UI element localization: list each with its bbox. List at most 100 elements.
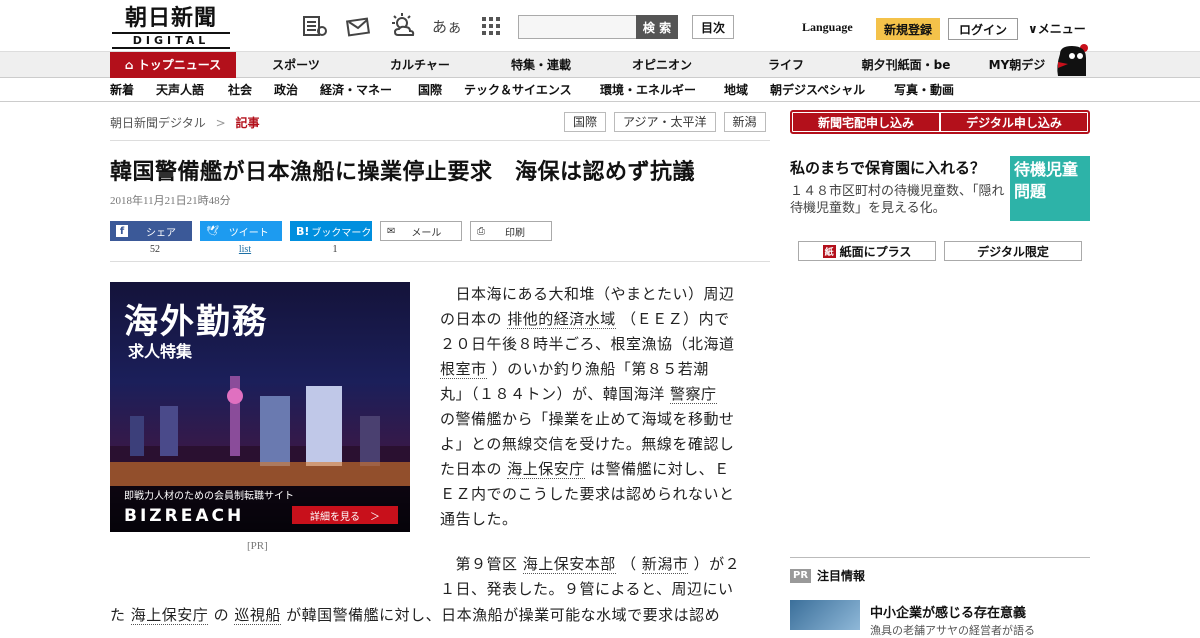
bizreach-logo: BIZREACH [124,506,245,526]
nav2-politics[interactable]: 政治 [274,78,298,102]
article-line: １日、発表した。９管によると、周辺にい [440,580,734,598]
ad-details-button[interactable]: 詳細を見る ＞ [292,506,398,524]
article-paragraph-2: 第９管区 海上保安本部 （ 新潟市 ）が２ １日、発表した。９管によると、周辺にい [440,552,750,602]
hatena-count: 1 [332,244,338,255]
home-icon: ⌂ [124,58,138,72]
breadcrumb: 朝日新聞デジタル > 記事 [110,116,260,130]
keyword-link[interactable]: 海上保安庁 [130,606,209,625]
article-line: の日本の 排他的経済水域 （ＥＥＺ）内で [440,310,730,329]
nav-features[interactable]: 特集・連載 [496,52,586,78]
search-input[interactable] [518,15,636,39]
article-line: 日本海にある大和堆（やまとたい）周辺 [440,285,735,303]
nav-paper[interactable]: 朝夕刊紙面・be [854,52,958,78]
divider [790,557,1090,558]
facebook-share-button[interactable]: f シェア [110,221,192,241]
nav-culture[interactable]: カルチャー [378,52,462,78]
keyword-link[interactable]: 海上保安本部 [522,555,616,574]
mail-share-button[interactable]: ✉ メール [380,221,462,241]
nav-opinion[interactable]: オピニオン [620,52,704,78]
register-button[interactable]: 新規登録 [876,18,940,40]
article-tags: 国際 アジア・太平洋 新潟 [564,112,766,132]
grid-icon[interactable] [476,12,506,40]
digital-only-button[interactable]: デジタル限定 [944,241,1082,261]
article-line: た 海上保安庁 の 巡視船 が韓国警備艦に対し、日本漁船が操業可能な水域で要求は… [110,606,721,625]
subscribe-paper-button[interactable]: 新聞宅配申し込み [793,113,939,131]
primary-nav: ⌂ トップニュース スポーツ カルチャー 特集・連載 オピニオン ライフ 朝夕刊… [0,44,1200,78]
site-logo[interactable]: 朝日新聞 DIGITAL [112,6,230,49]
secondary-nav: 新着 天声人語 社会 政治 経済・マネー 国際 テック＆サイエンス 環境・エネル… [0,78,1200,102]
search-button[interactable]: 検 索 [636,15,678,39]
nav2-new[interactable]: 新着 [110,78,134,102]
header-icons: あぁ [300,12,506,40]
nav-my-asahi[interactable]: MY朝デジ [982,52,1052,78]
nav2-environment[interactable]: 環境・エネルギー [600,78,696,102]
featured-description: 漁具の老舗アサヤの経営者が語る [870,624,1035,637]
featured-image[interactable] [790,600,860,630]
nav2-international[interactable]: 国際 [418,78,442,102]
paper-plus-button[interactable]: 紙紙面にプラス [798,241,936,261]
article-line: 通告した。 [440,510,518,528]
site-header: 朝日新聞 DIGITAL あぁ 検 索 目次 Language 新規登録 ログイ… [0,0,1200,52]
subscribe-buttons: 新聞宅配申し込み デジタル申し込み [790,110,1090,134]
hatena-bookmark-button[interactable]: B! ブックマーク [290,221,372,241]
index-button[interactable]: 目次 [692,15,734,39]
twitter-count[interactable]: list [204,244,286,255]
article-paragraph-3: た 海上保安庁 の 巡視船 が韓国警備艦に対し、日本漁船が操業可能な水域で要求は… [110,603,750,628]
weather-icon[interactable] [388,12,418,40]
nav-top-news[interactable]: ⌂ トップニュース [110,52,236,78]
tag-niigata[interactable]: 新潟 [723,112,766,132]
nav-sports[interactable]: スポーツ [256,52,336,78]
breadcrumb-current: 記事 [235,116,260,130]
language-link[interactable]: Language [802,20,853,35]
nav-life[interactable]: ライフ [756,52,816,78]
hatena-icon: B! [296,224,310,238]
article-date: 2018年11月21日21時48分 [110,195,231,207]
printer-icon: ⎙ [477,225,485,237]
keyword-link[interactable]: 警察庁 [669,385,717,404]
tag-international[interactable]: 国際 [564,112,607,132]
article-line: 根室市 ）のいか釣り漁船「第８５若潮 [440,360,709,379]
breadcrumb-home[interactable]: 朝日新聞デジタル [110,116,206,130]
promo-description: １４８市区町村の待機児童数、「隠れ待機児童数」を見える化。 [790,184,1005,216]
mascot-icon [1054,42,1092,78]
menu-button[interactable]: ∨メニュー [1028,20,1086,37]
article-line: よ」との無線交信を受けた。無線を確認し [440,435,735,453]
twitter-icon: 🕊 [206,225,219,237]
keyword-link[interactable]: 排他的経済水域 [507,310,616,329]
nav2-tensei[interactable]: 天声人語 [156,78,204,102]
tag-asia-pacific[interactable]: アジア・太平洋 [614,112,716,132]
article-paragraph-1: 日本海にある大和堆（やまとたい）周辺 の日本の 排他的経済水域 （ＥＥＺ）内で ２０… [440,282,750,532]
article-title: 韓国警備艦が日本漁船に操業停止要求 海保は認めず抗議 [110,160,696,185]
nav2-photo[interactable]: 写真・動画 [894,78,954,102]
nav2-tech[interactable]: テック＆サイエンス [464,78,572,102]
nav2-special[interactable]: 朝デジスペシャル [770,78,865,102]
keyword-link[interactable]: 巡視船 [234,606,281,625]
article-line: 丸」（１８４トン）が、韓国海洋 警察庁 [440,385,717,404]
article-line: ２０日午後８時半ごろ、根室漁協（北海道 [440,335,735,353]
keyword-link[interactable]: 海上保安庁 [507,460,585,479]
login-button[interactable]: ログイン [948,18,1018,40]
newspaper-icon[interactable] [300,12,330,40]
mail-icon: ✉ [387,225,396,237]
search-form: 検 索 [518,15,678,39]
keyword-link[interactable]: 根室市 [440,360,487,379]
promo-image[interactable]: 待機児童問題 [1010,156,1090,221]
nav2-region[interactable]: 地域 [724,78,748,102]
divider [110,261,770,262]
pr-label: [PR] [247,540,268,552]
font-size-icon[interactable]: あぁ [432,12,462,40]
promo-title[interactable]: 私のまちで保育園に入れる？ [790,157,985,178]
twitter-share-button[interactable]: 🕊 ツイート [200,221,282,241]
article-line: の警備艦から「操業を止めて海域を移動せ [440,410,735,428]
featured-title[interactable]: 中小企業が感じる存在意義 [870,602,1026,621]
keyword-link[interactable]: 新潟市 [641,555,689,574]
nav2-economy[interactable]: 経済・マネー [320,78,392,102]
facebook-count: 52 [150,244,160,255]
job-ad-banner[interactable]: 海外勤務 求人特集 即戦力人材のための会員制転職サイト BIZREACH 詳細を… [110,282,410,532]
article-line: 第９管区 海上保安本部 （ 新潟市 ）が２ [440,555,741,574]
print-button[interactable]: ⎙ 印刷 [470,221,552,241]
chevron-down-icon: ∨ [1028,22,1038,36]
mail-icon[interactable] [344,12,374,40]
subscribe-digital-button[interactable]: デジタル申し込み [941,113,1087,131]
nav2-society[interactable]: 社会 [228,78,252,102]
